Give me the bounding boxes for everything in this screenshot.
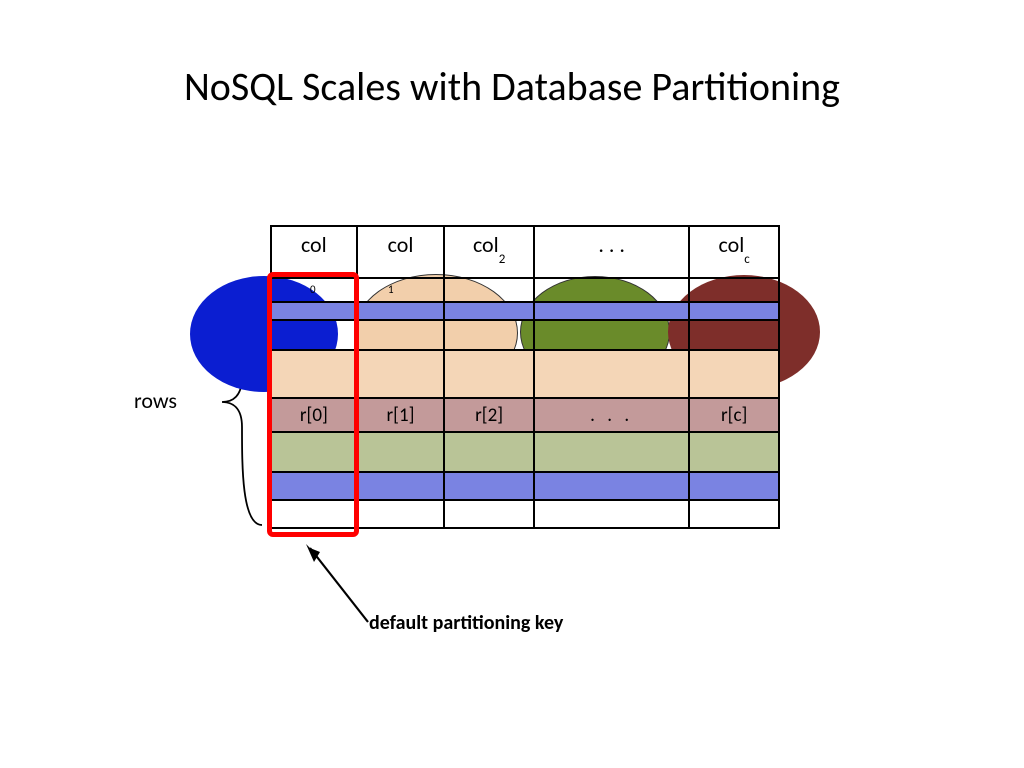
- subscript-1: 1: [388, 283, 394, 296]
- table-row: [272, 499, 780, 527]
- table-row-labels: r[0] r[1] r[2] . . . r[c]: [272, 397, 780, 431]
- header-col1: col: [358, 227, 446, 277]
- header-col2: col2: [445, 227, 535, 277]
- table-row: [272, 431, 780, 471]
- table-row: [272, 349, 780, 397]
- table-row: [272, 277, 780, 301]
- cell-r0: r[0]: [272, 397, 358, 431]
- table-grid: 0 1 r[0] r[1] r[2] . . . r[c]: [270, 277, 780, 529]
- table-row: [272, 319, 780, 349]
- cell-r2: r[2]: [445, 397, 535, 431]
- header-colc: colc: [690, 227, 780, 277]
- cell-r1: r[1]: [358, 397, 446, 431]
- header-col-dots: . . .: [535, 227, 690, 277]
- cell-rc: r[c]: [690, 397, 780, 431]
- arrow-icon: [296, 538, 376, 626]
- subscript-0: 0: [310, 283, 316, 296]
- rows-label: rows: [134, 387, 177, 414]
- table-row: [272, 471, 780, 499]
- table-header-row: col col col2 . . . colc: [270, 225, 780, 277]
- arrow-label: default partitioning key: [369, 611, 563, 635]
- header-col0: col: [272, 227, 358, 277]
- slide-title: NoSQL Scales with Database Partitioning: [184, 62, 840, 111]
- partition-diagram: col col col2 . . . colc 0 1 r[0]: [270, 225, 780, 529]
- cell-rdots: . . .: [535, 397, 690, 431]
- table-row: [272, 301, 780, 319]
